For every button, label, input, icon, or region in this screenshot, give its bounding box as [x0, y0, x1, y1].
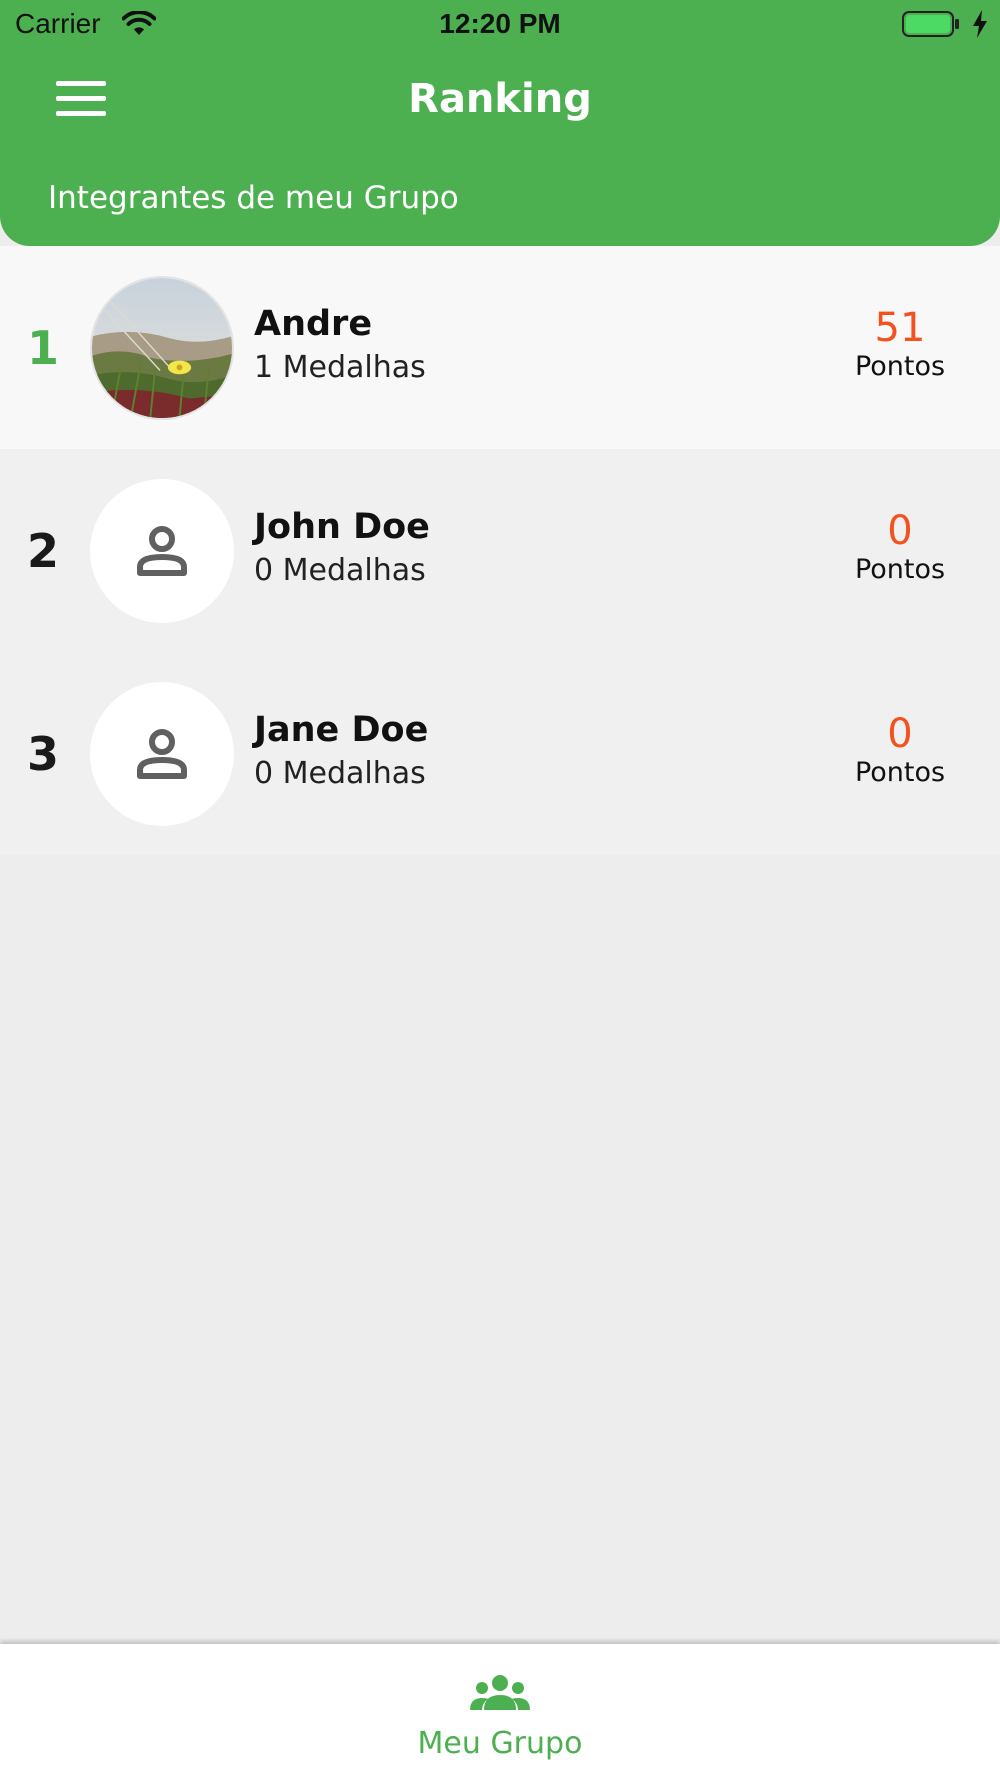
header: Carrier 12:20 PM Ranking Integrantes de …: [0, 0, 1000, 246]
points-label: Pontos: [854, 351, 946, 382]
rank-number: 2: [27, 523, 60, 578]
page-title: Ranking: [408, 76, 592, 122]
person-icon: [137, 526, 187, 576]
points-block: 51 Pontos: [830, 306, 970, 384]
member-name: John Doe: [254, 507, 430, 547]
medal-count: 0 Medalhas: [254, 756, 426, 791]
person-icon: [137, 729, 187, 779]
medal-count: 0 Medalhas: [254, 553, 426, 588]
ranking-row[interactable]: 2 John Doe 0 Medalhas 0 Pontos: [0, 449, 1000, 652]
medal-count: 1 Medalhas: [254, 350, 426, 385]
points-value: 0: [887, 711, 913, 757]
ranking-screen: Carrier 12:20 PM Ranking Integrantes de …: [0, 0, 1000, 1778]
points-block: 0 Pontos: [830, 712, 970, 790]
avatar: [90, 276, 234, 420]
member-name: Jane Doe: [254, 710, 429, 750]
group-subtitle: Integrantes de meu Grupo: [48, 180, 459, 216]
avatar: [90, 479, 234, 623]
avatar-photo-icon: [92, 278, 232, 418]
bottom-tab-bar: Meu Grupo: [0, 1644, 1000, 1778]
tab-meu-grupo[interactable]: Meu Grupo: [375, 1644, 625, 1778]
points-block: 0 Pontos: [830, 509, 970, 587]
avatar: [90, 682, 234, 826]
charging-icon: [973, 10, 987, 38]
group-icon: [470, 1675, 530, 1710]
rank-number: 3: [27, 726, 60, 781]
ranking-row[interactable]: 3 Jane Doe 0 Medalhas 0 Pontos: [0, 652, 1000, 855]
points-value: 0: [887, 508, 913, 554]
points-label: Pontos: [854, 554, 946, 585]
rank-number: 1: [27, 320, 60, 375]
tab-label: Meu Grupo: [417, 1726, 583, 1761]
ranking-list: 1 Andre 1 Medalhas 51 Pontos 2 John Doe …: [0, 246, 1000, 855]
member-name: Andre: [254, 304, 373, 344]
ranking-row[interactable]: 1 Andre 1 Medalhas 51 Pontos: [0, 246, 1000, 449]
status-time: 12:20 PM: [439, 8, 561, 39]
points-value: 51: [874, 305, 926, 351]
status-bar: Carrier 12:20 PM: [0, 0, 1000, 50]
points-label: Pontos: [854, 757, 946, 788]
battery-icon: [902, 11, 959, 37]
